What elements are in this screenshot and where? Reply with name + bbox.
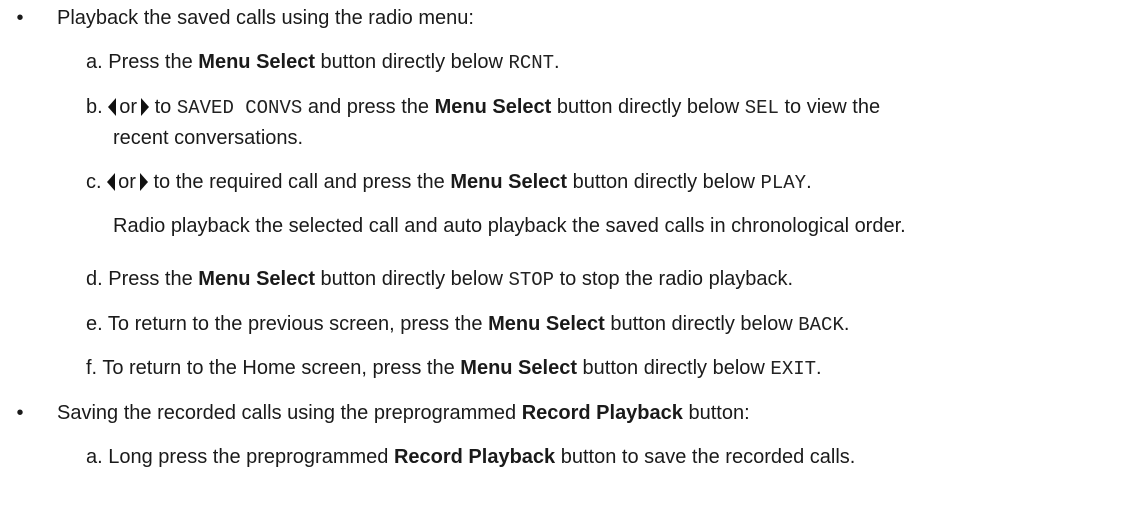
step-marker: a. <box>86 51 103 73</box>
display-option-stop: STOP <box>508 269 555 291</box>
step-c-result-note: Radio playback the selected call and aut… <box>113 215 906 237</box>
right-arrow-icon <box>139 173 148 191</box>
display-option-exit: EXIT <box>770 358 817 380</box>
bullet-text-saving: Saving the recorded calls using the prep… <box>57 402 750 424</box>
step-save-a: a. Long press the preprogrammed Record P… <box>86 446 856 468</box>
menu-select-label: Menu Select <box>198 51 315 73</box>
menu-select-label: Menu Select <box>434 96 552 118</box>
display-option-sel: SEL <box>744 97 779 119</box>
menu-select-label: Menu Select <box>198 268 315 290</box>
step-c: c. or to the required call and press the… <box>86 171 812 194</box>
display-option-saved-convs: SAVED CONVS <box>176 97 303 119</box>
step-e: e. To return to the previous screen, pre… <box>86 313 850 336</box>
display-option-back: BACK <box>798 314 844 336</box>
step-marker: c. <box>86 171 102 193</box>
left-arrow-icon <box>108 98 117 116</box>
record-playback-label: Record Playback <box>393 446 556 468</box>
menu-select-label: Menu Select <box>460 357 577 379</box>
bullet-text-playback: Playback the saved calls using the radio… <box>57 7 474 29</box>
step-marker: b. <box>86 96 103 118</box>
step-marker: f. <box>86 357 98 379</box>
record-playback-label: Record Playback <box>521 402 683 424</box>
bullet-marker: • <box>16 7 24 29</box>
bullet-marker: • <box>16 402 24 424</box>
step-marker: e. <box>86 313 103 335</box>
left-arrow-icon <box>107 173 116 191</box>
step-f: f. To return to the Home screen, press t… <box>86 357 822 380</box>
right-arrow-icon <box>141 98 150 116</box>
display-option-play: PLAY <box>760 172 807 194</box>
step-b-continuation: recent conversations. <box>113 127 304 149</box>
menu-select-label: Menu Select <box>450 171 568 193</box>
step-marker: a. <box>86 446 103 468</box>
step-marker: d. <box>86 268 103 290</box>
step-d: d. Press the Menu Select button directly… <box>86 268 794 291</box>
step-b: b. or to SAVED CONVS and press the Menu … <box>86 96 881 119</box>
step-a: a. Press the Menu Select button directly… <box>86 51 560 74</box>
display-option-rcnt: RCNT <box>508 52 555 74</box>
menu-select-label: Menu Select <box>488 313 605 335</box>
